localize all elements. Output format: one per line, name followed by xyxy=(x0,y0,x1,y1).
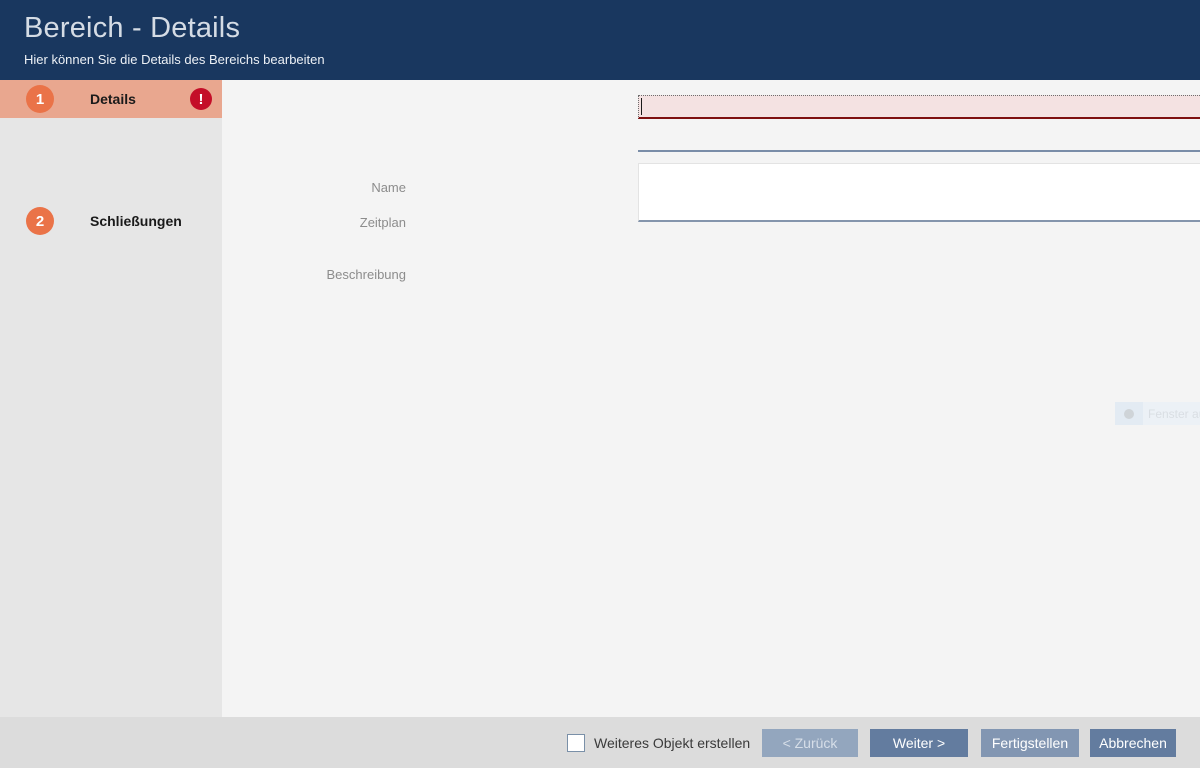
cancel-button[interactable]: Abbrechen xyxy=(1090,729,1176,757)
page-title: Bereich - Details xyxy=(24,12,240,45)
step-details[interactable]: 1 Details ! xyxy=(0,80,222,118)
beschreibung-textarea[interactable] xyxy=(638,163,1200,222)
pin-flyout-label: Fenster au xyxy=(1143,402,1200,425)
page-subtitle: Hier können Sie die Details des Bereichs… xyxy=(24,52,325,67)
step-schliessungen[interactable]: 2 Schließungen xyxy=(0,202,222,240)
pin-window-flyout[interactable]: Fenster au xyxy=(1115,402,1200,425)
step-label: Schließungen xyxy=(90,202,182,240)
pin-icon xyxy=(1115,402,1143,425)
zeitplan-dropdown[interactable] xyxy=(638,127,1200,152)
next-button[interactable]: Weiter > xyxy=(870,729,968,757)
step-number-badge: 2 xyxy=(26,207,54,235)
name-input[interactable] xyxy=(638,95,1200,119)
validation-error-icon: ! xyxy=(190,88,212,110)
header-bar: Bereich - Details Hier können Sie die De… xyxy=(0,0,1200,80)
name-field-label: Name xyxy=(226,180,406,195)
zeitplan-field-label: Zeitplan xyxy=(226,215,406,230)
text-caret xyxy=(641,98,642,115)
create-another-label[interactable]: Weiteres Objekt erstellen xyxy=(594,717,750,768)
wizard-steps-sidebar: 1 Details ! 2 Schließungen xyxy=(0,80,222,717)
create-another-checkbox[interactable] xyxy=(567,734,585,752)
back-button[interactable]: < Zurück xyxy=(762,729,858,757)
step-label: Details xyxy=(90,80,136,118)
pin-dot-icon xyxy=(1124,409,1134,419)
wizard-window: Bereich - Details Hier können Sie die De… xyxy=(0,0,1200,768)
beschreibung-field-label: Beschreibung xyxy=(226,267,406,282)
step-number-badge: 1 xyxy=(26,85,54,113)
finish-button[interactable]: Fertigstellen xyxy=(981,729,1079,757)
